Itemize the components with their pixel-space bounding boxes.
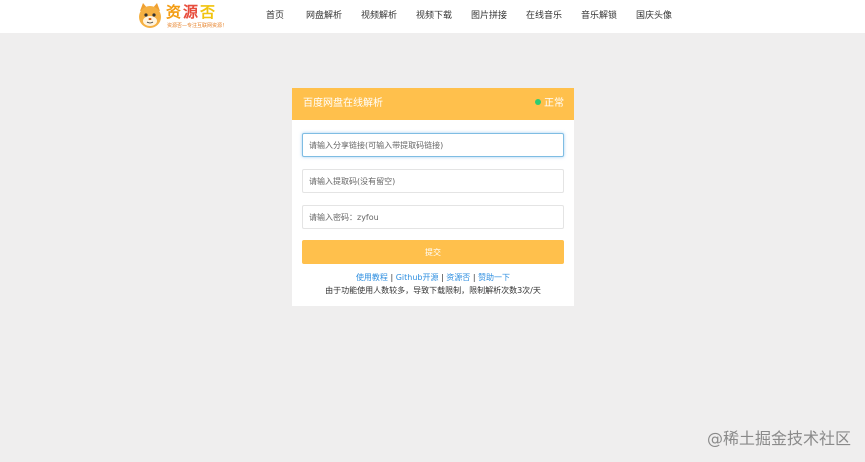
nav-online-music[interactable]: 在线音乐 bbox=[526, 0, 562, 33]
extract-code-input[interactable] bbox=[302, 169, 564, 193]
nav-netdisk-parse[interactable]: 网盘解析 bbox=[306, 0, 342, 33]
card-header: 百度网盘在线解析 正常 bbox=[292, 88, 574, 120]
nav-home[interactable]: 首页 bbox=[266, 0, 284, 33]
parse-form-card: 百度网盘在线解析 正常 提交 使用教程 | Github开源 | 资源否 | 赞… bbox=[292, 88, 574, 306]
logo-tagline: 资源否—专注互联网资源！ bbox=[167, 23, 228, 29]
top-navbar: 资源否 资源否—专注互联网资源！ 首页 网盘解析 视频解析 视频下载 图片拼接 … bbox=[0, 0, 865, 33]
github-link[interactable]: Github开源 bbox=[396, 273, 439, 282]
nav-video-parse[interactable]: 视频解析 bbox=[361, 0, 397, 33]
status-label: 正常 bbox=[544, 98, 564, 109]
nav-image-stitch[interactable]: 图片拼接 bbox=[471, 0, 507, 33]
share-link-input[interactable] bbox=[302, 133, 564, 157]
nav-music-unlock[interactable]: 音乐解锁 bbox=[581, 0, 617, 33]
usage-limit-note: 由于功能使用人数较多，导致下载限制，限制解析次数3次/天 bbox=[325, 286, 541, 295]
help-links: 使用教程 | Github开源 | 资源否 | 赞助一下 bbox=[292, 272, 574, 283]
cat-mascot-icon bbox=[139, 3, 161, 28]
nav-video-download[interactable]: 视频下载 bbox=[416, 0, 452, 33]
link-separator: | bbox=[387, 273, 396, 282]
nav-national-day-avatar[interactable]: 国庆头像 bbox=[636, 0, 672, 33]
logo-text: 资源否 bbox=[166, 3, 218, 21]
submit-button[interactable]: 提交 bbox=[302, 240, 564, 264]
status-dot-icon bbox=[535, 99, 541, 105]
status-indicator: 正常 bbox=[535, 88, 564, 120]
site-logo[interactable]: 资源否 资源否—专注互联网资源！ bbox=[136, 2, 228, 32]
link-separator: | bbox=[470, 273, 479, 282]
password-input[interactable] bbox=[302, 205, 564, 229]
donate-link[interactable]: 赞助一下 bbox=[478, 273, 510, 282]
tutorial-link[interactable]: 使用教程 bbox=[356, 273, 388, 282]
watermark: @稀土掘金技术社区 bbox=[706, 429, 851, 448]
card-title: 百度网盘在线解析 bbox=[303, 98, 383, 109]
site-link[interactable]: 资源否 bbox=[446, 273, 470, 282]
